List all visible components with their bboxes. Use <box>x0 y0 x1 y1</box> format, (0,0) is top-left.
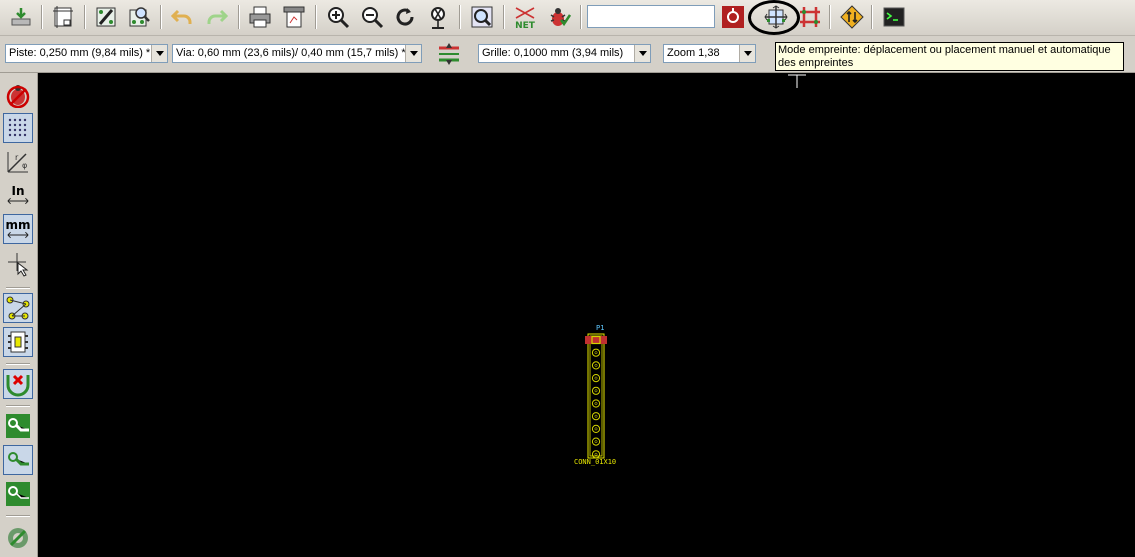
track-sketch-icon[interactable] <box>3 479 33 509</box>
redraw-icon[interactable] <box>390 2 420 32</box>
mm-units-button[interactable]: mm <box>3 214 33 244</box>
footprint-viewer-icon[interactable] <box>124 2 154 32</box>
chevron-down-icon[interactable] <box>151 45 167 62</box>
zoom-select[interactable]: Zoom 1,38 <box>663 44 756 63</box>
svg-text:φ: φ <box>22 161 27 170</box>
main-toolbar: NET <box>0 0 1135 36</box>
module-mode-icon[interactable] <box>761 2 791 32</box>
pad-sketch-icon[interactable] <box>3 411 33 441</box>
pad-6-hole <box>594 402 598 405</box>
cursor-shape-icon[interactable] <box>3 250 33 280</box>
drc-off-icon[interactable] <box>3 80 33 110</box>
undo-icon[interactable] <box>167 2 197 32</box>
find-icon[interactable] <box>467 2 497 32</box>
arrow-horizontal-icon <box>7 197 29 205</box>
delete-track-icon[interactable] <box>3 369 33 399</box>
footprint-conn-01x10[interactable] <box>585 333 607 459</box>
pad-7-hole <box>594 414 598 418</box>
ratsnest-icon[interactable] <box>3 293 33 323</box>
track-width-value: Piste: 0,250 mm (9,84 mils) * <box>9 47 151 59</box>
footprint-value: CONN_01X10 <box>574 458 617 466</box>
chevron-down-icon[interactable] <box>634 45 650 62</box>
arrow-horizontal-icon <box>7 231 29 239</box>
footprint-reference: P1 <box>596 324 605 332</box>
pad-3-hole <box>594 363 598 367</box>
redo-icon[interactable] <box>202 2 232 32</box>
pad-5-hole <box>594 389 598 393</box>
search-input[interactable] <box>587 5 715 28</box>
zoom-out-icon[interactable] <box>357 2 387 32</box>
pad-9-hole <box>594 440 598 444</box>
track-width-select[interactable]: Piste: 0,250 mm (9,84 mils) * <box>5 44 168 63</box>
zoom-auto-icon[interactable] <box>423 2 453 32</box>
pad-8-hole <box>594 427 598 431</box>
svg-text:NET: NET <box>515 21 536 29</box>
track-mode-icon[interactable] <box>795 2 825 32</box>
zone-fill-icon[interactable] <box>3 523 33 553</box>
mm-label: mm <box>5 218 31 232</box>
pad-2-hole <box>594 351 598 355</box>
polar-coords-icon[interactable]: rφ <box>3 147 33 177</box>
via-sketch-icon[interactable] <box>3 445 33 475</box>
pad-10-hole <box>594 452 598 456</box>
autorouter-icon[interactable] <box>837 2 867 32</box>
pad-4-hole <box>594 376 598 380</box>
auto-track-width-icon[interactable] <box>434 38 464 68</box>
pcb-canvas[interactable]: P1 CONN_01X10 <box>38 73 1135 557</box>
via-size-select[interactable]: Via: 0,60 mm (23,6 mils)/ 0,40 mm (15,7 … <box>172 44 422 63</box>
grid-select[interactable]: Grille: 0,1000 mm (3,94 mils) <box>478 44 651 63</box>
chevron-down-icon[interactable] <box>405 45 421 62</box>
via-size-value: Via: 0,60 mm (23,6 mils)/ 0,40 mm (15,7 … <box>176 47 406 59</box>
print-icon[interactable] <box>245 2 275 32</box>
save-icon[interactable] <box>6 2 36 32</box>
grid-value: Grille: 0,1000 mm (3,94 mils) <box>482 47 624 59</box>
tooltip: Mode empreinte: déplacement ou placement… <box>775 42 1124 71</box>
zoom-in-icon[interactable] <box>323 2 353 32</box>
left-toolbar: rφ In mm <box>0 73 38 557</box>
module-ratsnest-icon[interactable] <box>3 327 33 357</box>
scripting-console-icon[interactable] <box>879 2 909 32</box>
drc-icon[interactable] <box>544 2 574 32</box>
edit-footprint-icon[interactable] <box>91 2 121 32</box>
inch-label: In <box>11 184 25 198</box>
netlist-icon[interactable]: NET <box>510 2 540 32</box>
crosshair-cursor-icon <box>788 74 806 88</box>
chevron-down-icon[interactable] <box>739 45 755 62</box>
grid-toggle-icon[interactable] <box>3 113 33 143</box>
footprint-drawing <box>585 333 607 459</box>
highlight-net-icon[interactable] <box>718 2 748 32</box>
inch-units-button[interactable]: In <box>3 180 33 210</box>
pad-1 <box>585 336 607 344</box>
plot-icon[interactable] <box>279 2 309 32</box>
page-settings-icon[interactable] <box>48 2 78 32</box>
